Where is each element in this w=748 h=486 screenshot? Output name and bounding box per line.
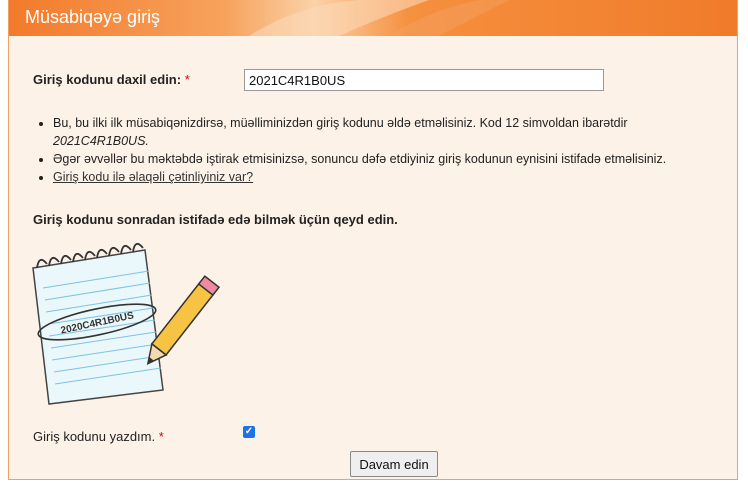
help-link[interactable]: Giriş kodu ilə əlaqəli çətinliyiniz var? (53, 170, 253, 184)
code-input[interactable] (244, 69, 604, 91)
notepad-illustration: 2020C4R1B0US (32, 242, 221, 405)
code-field-label: Giriş kodunu daxil edin: * (33, 72, 190, 87)
info-list: Bu, bu ilki ilk müsabiqənizdirsə, müəlli… (33, 114, 748, 186)
example-code: 2021C4R1B0US. (53, 134, 149, 148)
confirm-field-label: Giriş kodunu yazdım. * (33, 429, 164, 444)
page-title: Müsabiqəyə giriş (25, 7, 161, 27)
required-mark: * (158, 429, 164, 444)
check-icon: ✓ (244, 426, 254, 437)
confirm-checkbox[interactable]: ✓ (243, 426, 255, 438)
panel-header: Müsabiqəyə giriş (9, 0, 737, 36)
code-label-text: Giriş kodunu daxil edin: (33, 72, 182, 87)
info-item-returning: Əgər əvvəllər bu məktəbdə iştirak etmisi… (53, 150, 748, 168)
info-item-text: Bu, bu ilki ilk müsabiqənizdirsə, müəlli… (53, 116, 628, 130)
info-item-help: Giriş kodu ilə əlaqəli çətinliyiniz var? (53, 168, 748, 186)
confirm-label-text: Giriş kodunu yazdım. (33, 429, 156, 444)
login-panel: Müsabiqəyə giriş Giriş kodunu daxil edin… (8, 0, 738, 480)
required-mark: * (184, 72, 190, 87)
notepad: 2020C4R1B0US (32, 242, 164, 405)
info-item-first-contest: Bu, bu ilki ilk müsabiqənizdirsə, müəlli… (53, 114, 748, 150)
continue-button[interactable]: Davam edin (350, 451, 438, 477)
save-code-note: Giriş kodunu sonradan istifadə edə bilmə… (33, 212, 398, 227)
